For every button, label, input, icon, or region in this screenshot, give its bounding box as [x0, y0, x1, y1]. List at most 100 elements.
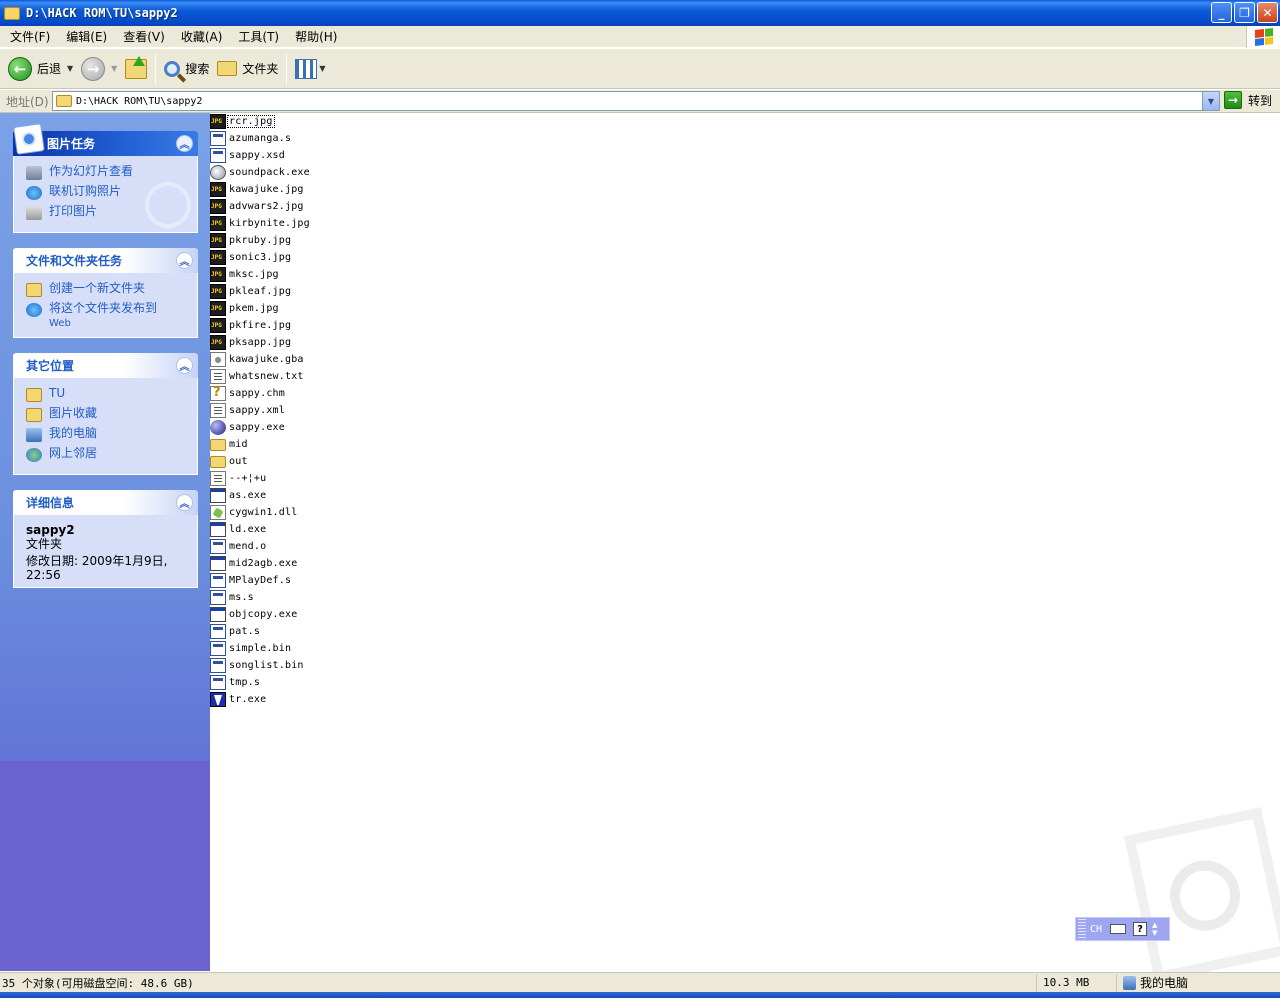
menu-view[interactable]: 查看(V): [115, 28, 173, 45]
file-item[interactable]: rcr.jpg: [210, 113, 275, 130]
dropdown-arrow-icon[interactable]: ▼: [319, 64, 325, 73]
address-path[interactable]: D:\HACK ROM\TU\sappy2: [76, 96, 202, 107]
task-label[interactable]: 打印图片: [49, 204, 97, 219]
file-name[interactable]: pkleaf.jpg: [228, 286, 292, 297]
file-item[interactable]: pkfire.jpg: [210, 317, 292, 334]
file-list[interactable]: rcr.jpg azumanga.s sappy.xsd soundpack.exe k…: [210, 113, 1280, 971]
file-name[interactable]: sonic3.jpg: [228, 252, 292, 263]
file-name[interactable]: objcopy.exe: [228, 609, 298, 620]
drag-handle[interactable]: [1078, 919, 1086, 939]
file-item[interactable]: kawajuke.gba: [210, 351, 305, 368]
file-item[interactable]: sappy.xml: [210, 402, 286, 419]
file-name[interactable]: MPlayDef.s: [228, 575, 292, 586]
file-name[interactable]: --+¦+u: [228, 473, 267, 484]
file-item[interactable]: sappy.exe: [210, 419, 286, 436]
menu-edit[interactable]: 编辑(E): [58, 28, 115, 45]
file-item[interactable]: --+¦+u: [210, 470, 267, 487]
file-item[interactable]: sappy.xsd: [210, 147, 286, 164]
file-name[interactable]: sappy.xml: [228, 405, 286, 416]
collapse-icon[interactable]: ︽: [176, 135, 193, 152]
publish-label[interactable]: 将这个文件夹发布到: [49, 301, 157, 315]
file-item[interactable]: ms.s: [210, 589, 255, 606]
place-my-computer[interactable]: 我的电脑: [26, 426, 185, 446]
keyboard-icon[interactable]: [1110, 924, 1127, 934]
file-item[interactable]: whatsnew.txt: [210, 368, 305, 385]
file-name[interactable]: sappy.exe: [228, 422, 286, 433]
file-name[interactable]: pkruby.jpg: [228, 235, 292, 246]
place-my-pictures[interactable]: 图片收藏: [26, 406, 185, 426]
file-item[interactable]: out: [210, 453, 249, 470]
menu-file[interactable]: 文件(F): [0, 28, 58, 45]
collapse-icon[interactable]: ︽: [176, 357, 193, 374]
file-name[interactable]: soundpack.exe: [228, 167, 311, 178]
file-item[interactable]: simple.bin: [210, 640, 292, 657]
place-label[interactable]: TU: [49, 386, 65, 401]
file-name[interactable]: as.exe: [228, 490, 267, 501]
file-item[interactable]: advwars2.jpg: [210, 198, 305, 215]
file-name[interactable]: pat.s: [228, 626, 261, 637]
file-item[interactable]: ld.exe: [210, 521, 267, 538]
file-item[interactable]: mid2agb.exe: [210, 555, 298, 572]
minimize-button[interactable]: _: [1211, 2, 1232, 23]
file-item[interactable]: sonic3.jpg: [210, 249, 292, 266]
picture-tasks-header[interactable]: 图片任务 ︽: [13, 123, 198, 156]
back-button[interactable]: ← 后退 ▼: [4, 53, 77, 85]
file-name[interactable]: kawajuke.jpg: [228, 184, 305, 195]
file-item[interactable]: pkleaf.jpg: [210, 283, 292, 300]
file-name[interactable]: tmp.s: [228, 677, 261, 688]
file-name[interactable]: pkem.jpg: [228, 303, 280, 314]
file-name[interactable]: out: [228, 456, 249, 467]
forward-button[interactable]: → ▼: [77, 53, 121, 85]
place-label[interactable]: 我的电脑: [49, 426, 97, 441]
file-item[interactable]: kawajuke.jpg: [210, 181, 305, 198]
file-name[interactable]: simple.bin: [228, 643, 292, 654]
file-item[interactable]: mend.o: [210, 538, 267, 555]
search-button[interactable]: 搜索: [160, 53, 213, 85]
file-name[interactable]: sappy.xsd: [228, 150, 286, 161]
menu-tools[interactable]: 工具(T): [230, 28, 287, 45]
file-name[interactable]: mend.o: [228, 541, 267, 552]
views-button[interactable]: ▼: [291, 53, 329, 85]
file-name[interactable]: kawajuke.gba: [228, 354, 305, 365]
collapse-icon[interactable]: ︽: [176, 252, 193, 269]
file-name[interactable]: whatsnew.txt: [228, 371, 305, 382]
langbar-options-icon[interactable]: ▲ ▼: [1152, 921, 1157, 937]
file-item[interactable]: objcopy.exe: [210, 606, 298, 623]
place-network[interactable]: 网上邻居: [26, 446, 185, 466]
help-icon[interactable]: ?: [1133, 922, 1148, 936]
file-item[interactable]: azumanga.s: [210, 130, 292, 147]
file-item[interactable]: soundpack.exe: [210, 164, 311, 181]
file-item[interactable]: songlist.bin: [210, 657, 305, 674]
publish-sub-label[interactable]: Web: [49, 316, 157, 331]
dropdown-arrow-icon[interactable]: ▼: [67, 64, 73, 73]
file-item[interactable]: pkruby.jpg: [210, 232, 292, 249]
file-name[interactable]: mid: [228, 439, 249, 450]
task-label[interactable]: 作为幻灯片查看: [49, 164, 133, 179]
task-label[interactable]: 将这个文件夹发布到 Web: [49, 301, 157, 331]
file-item[interactable]: pksapp.jpg: [210, 334, 292, 351]
task-publish-web[interactable]: 将这个文件夹发布到 Web: [26, 301, 185, 331]
file-name[interactable]: rcr.jpg: [227, 115, 275, 128]
file-item[interactable]: tmp.s: [210, 674, 261, 691]
file-name[interactable]: mid2agb.exe: [228, 558, 298, 569]
file-name[interactable]: azumanga.s: [228, 133, 292, 144]
file-name[interactable]: ld.exe: [228, 524, 267, 535]
close-button[interactable]: ✕: [1257, 2, 1278, 23]
place-tu[interactable]: TU: [26, 386, 185, 406]
menu-favorites[interactable]: 收藏(A): [173, 28, 231, 45]
other-places-header[interactable]: 其它位置 ︽: [13, 353, 198, 378]
menu-help[interactable]: 帮助(H): [287, 28, 345, 45]
file-name[interactable]: songlist.bin: [228, 660, 305, 671]
file-name[interactable]: tr.exe: [228, 694, 267, 705]
up-folder-button[interactable]: [121, 53, 151, 85]
file-item[interactable]: as.exe: [210, 487, 267, 504]
go-button[interactable]: → 转到: [1224, 91, 1272, 109]
file-name[interactable]: sappy.chm: [228, 388, 286, 399]
file-name[interactable]: ms.s: [228, 592, 255, 603]
file-name[interactable]: mksc.jpg: [228, 269, 280, 280]
file-item[interactable]: sappy.chm: [210, 385, 286, 402]
language-bar[interactable]: CH ? ▲ ▼: [1075, 917, 1170, 941]
task-label[interactable]: 联机订购照片: [49, 184, 121, 199]
collapse-icon[interactable]: ︽: [176, 494, 193, 511]
address-dropdown-button[interactable]: ▼: [1202, 92, 1219, 110]
